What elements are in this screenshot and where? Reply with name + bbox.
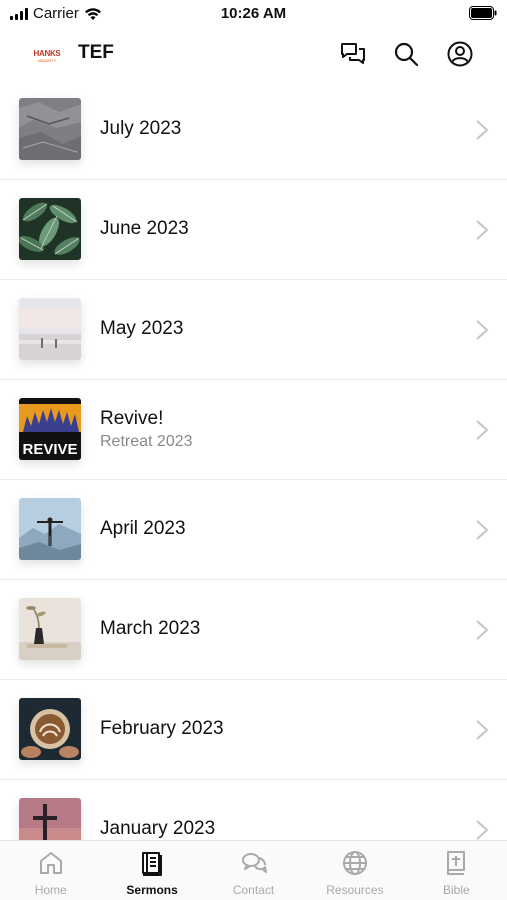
beach-sky-thumbnail — [19, 298, 81, 360]
globe-icon — [342, 851, 367, 875]
cross-sunset-thumbnail — [19, 798, 81, 840]
tab-label: Home — [34, 883, 67, 897]
status-bar: Carrier 10:26 AM — [0, 0, 507, 28]
list-item[interactable]: January 2023 — [0, 780, 507, 840]
series-title: January 2023 — [100, 818, 216, 839]
tab-bar: Home Sermons Contact Resources Bible — [0, 840, 507, 900]
series-title: April 2023 — [100, 518, 186, 539]
chevron-right-icon — [476, 420, 489, 440]
revive-thumb-text: REVIVE — [22, 441, 77, 458]
list-item[interactable]: May 2023 — [0, 280, 507, 380]
leaves-thumbnail — [19, 198, 81, 260]
chat-icon — [241, 853, 267, 873]
status-time: 10:26 AM — [220, 5, 287, 22]
bible-icon — [447, 851, 466, 875]
tab-bible[interactable]: Bible — [406, 841, 507, 900]
person-mountain-thumbnail — [19, 498, 81, 560]
tab-label: Sermons — [126, 883, 178, 897]
chevron-right-icon — [476, 720, 489, 740]
battery-icon — [469, 6, 497, 24]
tab-home[interactable]: Home — [0, 841, 101, 900]
chevron-right-icon — [476, 320, 489, 340]
church-logo[interactable]: HANKS NGLISH T — [27, 36, 67, 76]
book-icon — [142, 852, 163, 876]
series-title: July 2023 — [100, 118, 182, 139]
app-header: HANKS NGLISH T TEF — [0, 28, 507, 80]
logo-text-bottom: NGLISH T — [37, 58, 57, 63]
latte-cup-thumbnail — [19, 698, 81, 760]
series-subtitle: Retreat 2023 — [100, 433, 193, 450]
account-icon[interactable] — [445, 39, 475, 69]
chat-bubbles-icon[interactable] — [338, 39, 368, 69]
list-item[interactable]: July 2023 — [0, 80, 507, 180]
tab-resources[interactable]: Resources — [304, 841, 405, 900]
search-icon[interactable] — [391, 39, 421, 69]
tab-label: Bible — [442, 883, 470, 897]
home-icon — [39, 852, 62, 874]
list-item[interactable]: June 2023 — [0, 180, 507, 280]
list-item[interactable]: February 2023 — [0, 680, 507, 780]
series-title: June 2023 — [100, 218, 189, 239]
chevron-right-icon — [476, 820, 489, 840]
app-title: TEF — [78, 42, 114, 63]
tab-contact[interactable]: Contact — [203, 841, 304, 900]
chevron-right-icon — [476, 120, 489, 140]
chevron-right-icon — [476, 520, 489, 540]
logo-text-top: HANKS — [33, 49, 61, 58]
series-title: Revive! — [100, 408, 164, 429]
revive-banner-thumbnail: REVIVE — [19, 398, 81, 460]
chevron-right-icon — [476, 220, 489, 240]
series-title: May 2023 — [100, 318, 184, 339]
list-item[interactable]: REVIVE Revive! Retreat 2023 — [0, 380, 507, 480]
series-title: March 2023 — [100, 618, 201, 639]
rock-texture-thumbnail — [19, 98, 81, 160]
tab-label: Resources — [326, 883, 384, 897]
tab-sermons[interactable]: Sermons — [101, 841, 202, 900]
list-item[interactable]: April 2023 — [0, 480, 507, 580]
sermon-series-list: July 2023 June 2023 May 2023 REVIVE Revi… — [0, 80, 507, 840]
list-item[interactable]: March 2023 — [0, 580, 507, 680]
vase-plant-thumbnail — [19, 598, 81, 660]
chevron-right-icon — [476, 620, 489, 640]
series-title: February 2023 — [100, 718, 224, 739]
tab-label: Contact — [232, 883, 275, 897]
